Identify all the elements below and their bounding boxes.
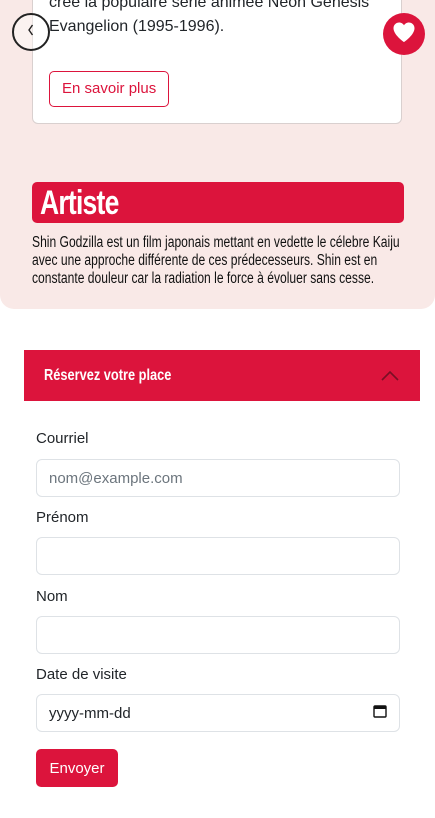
chevron-left-icon <box>26 23 36 42</box>
back-button[interactable] <box>12 13 50 51</box>
email-label: Courriel <box>36 430 89 447</box>
visit-date-field[interactable]: yyyy-mm-dd <box>36 694 400 732</box>
intro-card: créé la populaire série animée Neon Gene… <box>32 0 402 124</box>
firstname-field[interactable] <box>36 537 400 575</box>
favorite-button[interactable] <box>383 13 425 55</box>
visit-date-value: yyyy-mm-dd <box>49 704 131 722</box>
chevron-up-icon <box>380 366 400 386</box>
artist-banner: Artiste <box>32 182 404 223</box>
email-field[interactable] <box>36 459 400 497</box>
firstname-label: Prénom <box>36 509 89 526</box>
heart-icon <box>392 21 416 48</box>
lastname-field[interactable] <box>36 616 400 654</box>
artist-description: Shin Godzilla est un film japonais metta… <box>32 234 400 287</box>
learn-more-button[interactable]: En savoir plus <box>49 71 170 107</box>
intro-card-text: créé la populaire série animée Neon Gene… <box>49 0 370 35</box>
page: créé la populaire série animée Neon Gene… <box>0 0 435 818</box>
reservation-title: Réservez votre place <box>44 367 172 384</box>
visit-date-label: Date de visite <box>36 666 127 683</box>
reservation-accordion-header[interactable]: Réservez votre place <box>24 350 420 401</box>
submit-button[interactable]: Envoyer <box>36 749 118 787</box>
film-info-section: créé la populaire série animée Neon Gene… <box>0 0 435 309</box>
artist-heading: Artiste <box>40 184 119 222</box>
lastname-label: Nom <box>36 588 68 605</box>
calendar-icon[interactable] <box>373 704 387 722</box>
